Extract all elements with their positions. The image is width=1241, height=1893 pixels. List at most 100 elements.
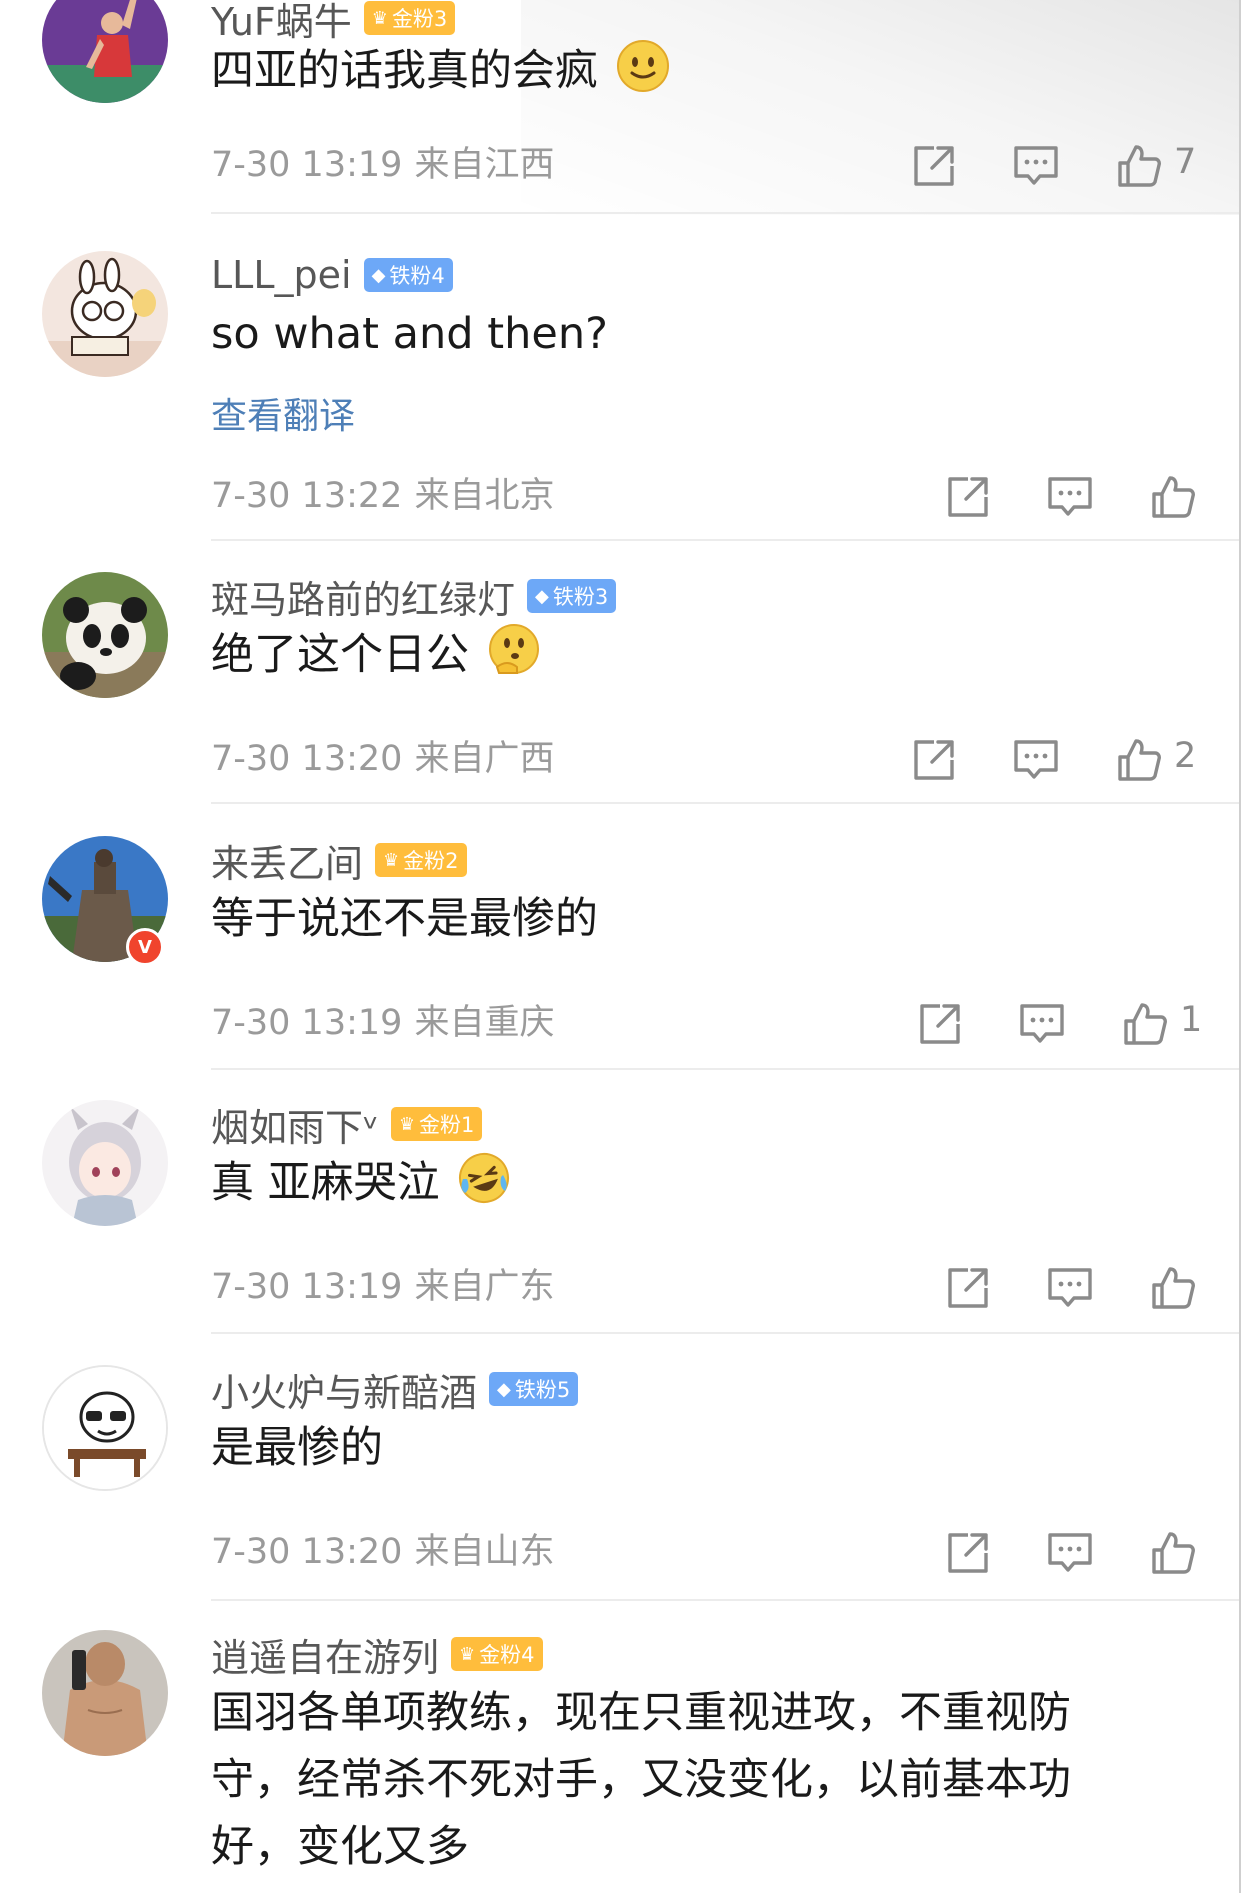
comment-text: 绝了这个日公 [211, 622, 1141, 688]
username[interactable]: 逍遥自在游列 [211, 1627, 439, 1682]
repost-icon[interactable] [942, 1262, 994, 1314]
fan-badge[interactable]: ◆ 铁粉4 [363, 258, 453, 292]
username[interactable]: 来丢乙间 [211, 833, 363, 888]
repost-icon[interactable] [942, 1527, 994, 1579]
repost-icon[interactable] [914, 998, 966, 1050]
thumbs-up-icon[interactable] [1112, 140, 1164, 192]
comment-icon[interactable] [1016, 998, 1068, 1050]
comment-location: 来自重庆 [414, 1003, 555, 1043]
fan-badge[interactable]: ♛ 金粉1 [390, 1107, 483, 1141]
comment-actions [900, 1262, 1200, 1316]
username[interactable]: LLL_pei [211, 253, 352, 297]
comment-time: 7-30 13:19 [211, 1003, 403, 1043]
comment-actions: 1 [900, 998, 1203, 1052]
comment-text: 是最惨的 [211, 1415, 1141, 1481]
comment-time: 7-30 13:19 [211, 145, 403, 185]
comment-location: 来自北京 [414, 476, 555, 516]
divider [211, 1599, 1239, 1601]
badge-label: 铁粉3 [552, 585, 609, 609]
comment-content: 绝了这个日公 [211, 630, 469, 680]
thumbs-up-icon[interactable] [1118, 998, 1170, 1050]
avatar[interactable] [42, 251, 168, 377]
fan-badge[interactable]: ◆ 铁粉3 [527, 579, 617, 613]
avatar[interactable] [42, 1100, 168, 1226]
username[interactable]: 斑马路前的红绿灯 [211, 569, 515, 624]
comment-meta: 7-30 13:22 来自北京 [211, 467, 554, 518]
comment-meta: 7-30 13:20 来自广西 [211, 730, 554, 781]
diamond-icon: ◆ [497, 1378, 511, 1400]
comment-content: so what and then? [211, 309, 608, 359]
comment-text: 等于说还不是最惨的 [211, 886, 1141, 952]
thumbs-up-icon[interactable] [1112, 734, 1164, 786]
comment-content: 等于说还不是最惨的 [211, 894, 598, 944]
fan-badge[interactable]: ◆ 铁粉5 [489, 1372, 579, 1406]
thumbs-up-icon[interactable] [1146, 471, 1198, 523]
comment-icon[interactable] [1044, 1262, 1096, 1314]
comment-icon[interactable] [1010, 140, 1062, 192]
comment-actions [900, 1527, 1200, 1581]
fan-badge[interactable]: ♛ 金粉2 [375, 843, 467, 877]
like-count: 2 [1174, 736, 1197, 776]
crown-icon: ♛ [459, 1643, 476, 1665]
comment-actions: 2 [900, 734, 1200, 788]
avatar[interactable] [42, 0, 168, 103]
comment-time: 7-30 13:19 [211, 1267, 403, 1307]
divider [211, 1332, 1239, 1334]
repost-icon[interactable] [942, 471, 994, 523]
fan-badge[interactable]: ♛ 金粉4 [451, 1637, 543, 1671]
comment-location: 来自广西 [414, 739, 555, 779]
comment-actions: 7 [900, 140, 1200, 194]
thumbs-up-icon[interactable] [1146, 1262, 1198, 1314]
comment-content: 真 亚麻哭泣 [211, 1158, 440, 1208]
badge-label: 金粉2 [403, 849, 459, 873]
thinking-emoji-icon [487, 623, 541, 677]
thumbs-up-icon[interactable] [1146, 1527, 1198, 1579]
comment-text: so what and then? [211, 301, 1141, 367]
comment-header: 斑马路前的红绿灯 ◆ 铁粉3 [211, 572, 617, 622]
diamond-icon: ◆ [535, 585, 549, 607]
comment-meta: 7-30 13:19 来自重庆 [211, 994, 554, 1045]
repost-icon[interactable] [908, 734, 960, 786]
comment-meta: 7-30 13:19 来自江西 [211, 136, 554, 187]
comment-location: 来自江西 [414, 145, 555, 185]
comment-content: 是最惨的 [211, 1423, 383, 1473]
comment-header: 烟如雨下ᵛ ♛ 金粉1 [211, 1100, 483, 1150]
laugh-cry-emoji-icon [457, 1151, 511, 1205]
username[interactable]: 烟如雨下ᵛ [211, 1097, 379, 1152]
comment-time: 7-30 13:20 [211, 739, 403, 779]
comment-content: 四亚的话我真的会疯 [211, 46, 598, 96]
comment-icon[interactable] [1044, 1527, 1096, 1579]
avatar[interactable] [42, 572, 168, 698]
divider [211, 212, 1239, 214]
username[interactable]: 小火炉与新醅酒 [211, 1362, 477, 1417]
comment-icon[interactable] [1044, 471, 1096, 523]
comment-text: 四亚的话我真的会疯 [211, 38, 1141, 104]
like-count: 1 [1180, 1000, 1203, 1040]
comment-location: 来自广东 [414, 1267, 555, 1307]
crown-icon: ♛ [398, 1113, 415, 1135]
fan-badge[interactable]: ♛ 金粉3 [363, 1, 456, 35]
comment-header: LLL_pei ◆ 铁粉4 [211, 251, 453, 299]
diamond-icon: ◆ [371, 264, 386, 286]
badge-label: 金粉1 [419, 1113, 475, 1137]
crown-icon: ♛ [383, 849, 400, 871]
repost-icon[interactable] [908, 140, 960, 192]
comment-content: 国羽各单项教练，现在只重视进攻，不重视防守，经常杀不死对手，又没变化，以前基本功… [211, 1688, 1071, 1872]
verified-badge: V [126, 928, 164, 966]
smile-emoji-icon [616, 39, 670, 93]
avatar[interactable] [42, 1630, 168, 1756]
comment-text: 国羽各单项教练，现在只重视进攻，不重视防守，经常杀不死对手，又没变化，以前基本功… [211, 1680, 1131, 1881]
divider [211, 802, 1239, 804]
view-translation-link[interactable]: 查看翻译 [211, 387, 355, 439]
crown-icon: ♛ [371, 7, 388, 29]
comment-meta: 7-30 13:19 来自广东 [211, 1258, 554, 1309]
comment-time: 7-30 13:20 [211, 1532, 403, 1572]
comment-time: 7-30 13:22 [211, 476, 403, 516]
comment-meta: 7-30 13:20 来自山东 [211, 1523, 554, 1574]
comment-icon[interactable] [1010, 734, 1062, 786]
avatar[interactable] [42, 1365, 168, 1491]
like-count: 7 [1174, 142, 1197, 182]
badge-label: 铁粉4 [389, 264, 445, 288]
divider [211, 539, 1239, 541]
badge-label: 金粉3 [391, 7, 448, 31]
